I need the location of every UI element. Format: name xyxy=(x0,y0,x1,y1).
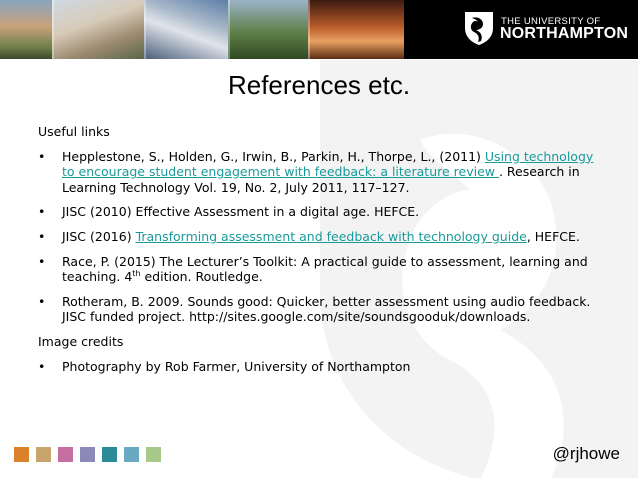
color-square xyxy=(146,447,161,462)
color-square xyxy=(36,447,51,462)
color-square xyxy=(58,447,73,462)
logo-text-main: NORTHAMPTON xyxy=(500,25,629,42)
header-banner: THE UNIVERSITY OF NORTHAMPTON xyxy=(0,0,638,59)
reference-link[interactable]: Transforming assessment and feedback wit… xyxy=(136,229,527,244)
campus-photo xyxy=(0,0,52,59)
color-square xyxy=(102,447,117,462)
campus-photo xyxy=(308,0,404,59)
bullet-icon: • xyxy=(38,148,46,164)
photo-divider xyxy=(52,0,54,59)
slide: THE UNIVERSITY OF NORTHAMPTON References… xyxy=(0,0,638,478)
color-square xyxy=(80,447,95,462)
bullet-icon: • xyxy=(38,293,46,309)
reference-item: • Hepplestone, S., Holden, G., Irwin, B.… xyxy=(38,148,594,195)
university-logo-icon xyxy=(465,12,493,45)
campus-photo xyxy=(144,0,228,59)
bullet-icon: • xyxy=(38,228,46,244)
image-credits-heading: Image credits xyxy=(38,333,124,349)
color-square xyxy=(14,447,29,462)
photo-divider xyxy=(308,0,310,59)
author-handle: @rjhowe xyxy=(552,444,620,463)
bullet-icon: • xyxy=(38,358,46,374)
bullet-icon: • xyxy=(38,204,46,220)
campus-photo xyxy=(52,0,144,59)
reference-item: • JISC (2010) Effective Assessment in a … xyxy=(38,204,420,220)
useful-links-heading: Useful links xyxy=(38,124,110,139)
slide-title: References etc. xyxy=(227,70,411,100)
photo-divider xyxy=(144,0,146,59)
credit-item: • Photography by Rob Farmer, University … xyxy=(38,358,411,374)
reference-item: • JISC (2016) Transforming assessment an… xyxy=(38,228,580,244)
photo-divider xyxy=(228,0,230,59)
slide-body: Useful links • Hepplestone, S., Holden, … xyxy=(38,124,608,383)
bullet-icon: • xyxy=(38,253,46,269)
color-square xyxy=(124,447,139,462)
reference-item: • Rotheram, B. 2009. Sounds good: Quicke… xyxy=(38,293,591,325)
reference-item: • Race, P. (2015) The Lecturer’s Toolkit… xyxy=(38,253,588,285)
campus-photo xyxy=(228,0,308,59)
